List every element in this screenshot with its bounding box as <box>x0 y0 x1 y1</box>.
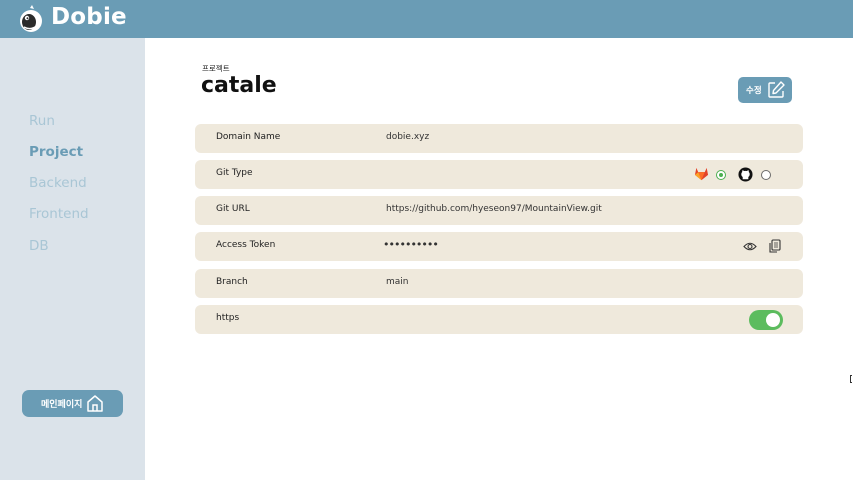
sidebar-item-backend[interactable]: Backend <box>29 175 87 191</box>
https-label: https <box>216 313 240 323</box>
branch-label: Branch <box>216 277 248 287</box>
git-url-value: https://github.com/hyeseon97/MountainVie… <box>386 204 602 214</box>
git-url-row: Git URL https://github.com/hyeseon97/Mou… <box>195 196 803 225</box>
app-header: Dobie <box>0 0 853 38</box>
git-url-label: Git URL <box>216 204 250 214</box>
domain-row: Domain Name dobie.xyz <box>195 124 803 153</box>
domain-label: Domain Name <box>216 132 281 142</box>
edit-button[interactable]: 수정 <box>738 77 792 103</box>
sidebar-item-run[interactable]: Run <box>29 113 55 129</box>
edge-cursor-mark <box>850 375 852 383</box>
sidebar-item-project[interactable]: Project <box>29 144 83 160</box>
sidebar-item-db[interactable]: DB <box>29 238 49 254</box>
sidebar-item-frontend[interactable]: Frontend <box>29 206 89 222</box>
main-page-button[interactable]: 메인페이지 <box>22 390 123 417</box>
eye-icon[interactable] <box>743 241 757 252</box>
git-type-row: Git Type <box>195 160 803 189</box>
github-radio[interactable] <box>761 170 771 180</box>
home-icon <box>87 395 103 412</box>
github-icon <box>738 167 753 182</box>
gitlab-radio[interactable] <box>716 170 726 180</box>
https-row: https <box>195 305 803 334</box>
copy-icon[interactable] <box>769 239 781 253</box>
main-page-button-label: 메인페이지 <box>41 400 83 410</box>
domain-value: dobie.xyz <box>386 132 430 142</box>
branch-row: Branch main <box>195 269 803 298</box>
gitlab-icon <box>694 167 709 181</box>
dobie-logo-icon[interactable] <box>19 5 43 33</box>
https-toggle[interactable] <box>749 310 783 330</box>
page-title: catale <box>201 73 277 98</box>
brand-name: Dobie <box>51 4 127 30</box>
access-token-row: Access Token •••••••••• <box>195 232 803 261</box>
edit-icon <box>768 81 785 98</box>
git-type-label: Git Type <box>216 168 253 178</box>
access-token-value: •••••••••• <box>383 238 439 251</box>
edit-button-label: 수정 <box>746 86 762 96</box>
access-token-label: Access Token <box>216 240 276 250</box>
branch-value: main <box>386 277 409 287</box>
toggle-knob <box>766 313 780 327</box>
